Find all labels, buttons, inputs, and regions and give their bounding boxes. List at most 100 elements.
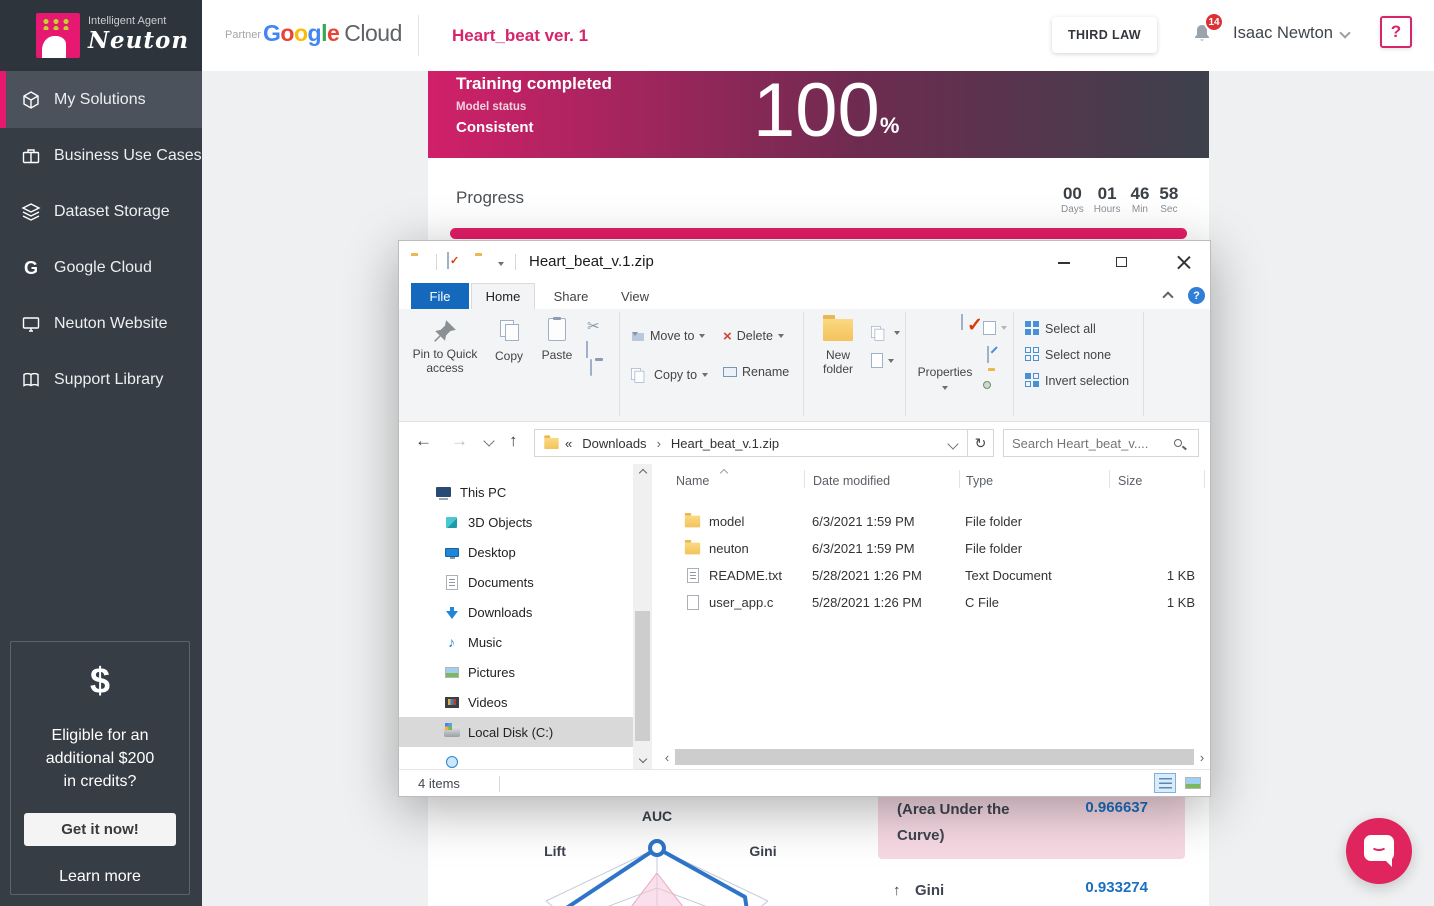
explorer-help-icon[interactable]: ?: [1188, 287, 1205, 304]
tree-item-local-disk-c[interactable]: Local Disk (C:): [399, 717, 633, 747]
column-separator[interactable]: [959, 470, 960, 488]
3d-objects-icon: [443, 517, 460, 528]
collapse-ribbon-icon[interactable]: [1162, 291, 1173, 302]
chat-widget-button[interactable]: [1346, 818, 1412, 884]
search-box[interactable]: [1003, 429, 1199, 457]
copy-path-icon[interactable]: [586, 341, 588, 358]
file-row-readme[interactable]: README.txt 5/28/2021 1:26 PM Text Docume…: [659, 562, 1204, 589]
local-disk-icon: [443, 727, 460, 737]
breadcrumb-current[interactable]: Heart_beat_v.1.zip: [671, 436, 779, 451]
gini-metric-label: Gini: [915, 878, 944, 904]
gini-metric-row[interactable]: ↑ Gini 0.933274: [878, 876, 1185, 906]
sidebar-item-label: Dataset Storage: [54, 203, 170, 221]
search-input[interactable]: [1012, 436, 1172, 451]
properties-button[interactable]: ✓ Properties: [915, 315, 975, 393]
new-folder-button[interactable]: Newfolder: [811, 319, 865, 376]
column-header-date[interactable]: Date modified: [813, 474, 890, 488]
up-icon[interactable]: ↑: [509, 431, 518, 451]
auc-metric-row[interactable]: (Area Under the Curve) 0.966637: [878, 791, 1185, 859]
third-law-button[interactable]: THIRD LAW: [1052, 17, 1157, 53]
file-row-user-app[interactable]: user_app.c 5/28/2021 1:26 PM C File 1 KB: [659, 589, 1204, 616]
column-separator[interactable]: [1109, 470, 1110, 488]
tree-item-downloads[interactable]: Downloads: [399, 597, 633, 627]
scroll-up-icon[interactable]: [633, 468, 652, 479]
sidebar-item-business-use-cases[interactable]: Business Use Cases: [0, 128, 202, 184]
horizontal-scrollbar-thumb[interactable]: [675, 749, 1194, 765]
tab-file[interactable]: File: [411, 283, 469, 309]
tree-item-desktop[interactable]: Desktop: [399, 537, 633, 567]
invert-selection-button[interactable]: Invert selection: [1025, 373, 1129, 388]
tree-item-this-pc[interactable]: This PC: [399, 477, 633, 507]
explorer-titlebar[interactable]: ✓ Heart_beat_v.1.zip: [399, 241, 1210, 283]
pin-to-quick-access-button[interactable]: Pin to Quick access: [407, 318, 483, 375]
sidebar-item-support-library[interactable]: Support Library: [0, 352, 202, 408]
large-icons-view-button[interactable]: [1182, 773, 1204, 793]
breadcrumb-downloads[interactable]: Downloads: [582, 436, 646, 451]
paste-shortcut-icon[interactable]: [590, 359, 592, 376]
copy-button[interactable]: Copy: [487, 320, 531, 363]
tree-item-music[interactable]: ♪ Music: [399, 627, 633, 657]
select-none-button[interactable]: Select none: [1025, 347, 1111, 362]
column-header-name[interactable]: Name: [676, 474, 709, 488]
tree-item-pictures[interactable]: Pictures: [399, 657, 633, 687]
tree-item-videos[interactable]: Videos: [399, 687, 633, 717]
help-button[interactable]: ?: [1380, 16, 1412, 48]
model-status-label: Model status: [456, 101, 526, 113]
copy-to-button[interactable]: Copy to: [631, 365, 708, 385]
file-row-model[interactable]: model 6/3/2021 1:59 PM File folder: [659, 508, 1204, 535]
horizontal-scrollbar[interactable]: ‹ ›: [659, 746, 1210, 768]
minimize-button[interactable]: [1058, 262, 1070, 264]
maximize-button[interactable]: [1116, 257, 1127, 267]
rename-button[interactable]: Rename: [723, 365, 789, 379]
easy-access-icon[interactable]: [871, 323, 900, 343]
tab-home[interactable]: Home: [471, 283, 535, 309]
file-list-pane: Name Date modified Type Size model 6/3/2…: [659, 464, 1210, 769]
scroll-right-icon[interactable]: ›: [1194, 750, 1210, 765]
recent-locations-chevron-icon[interactable]: [483, 435, 494, 446]
tree-item-network-cutoff[interactable]: [399, 747, 633, 769]
quick-access-properties-icon[interactable]: ✓: [447, 252, 449, 269]
scroll-down-icon[interactable]: [633, 754, 652, 765]
auc-metric-value: 0.966637: [1085, 799, 1148, 816]
address-bar[interactable]: « Downloads › Heart_beat_v.1.zip: [534, 429, 968, 457]
get-it-now-button[interactable]: Get it now!: [24, 813, 176, 846]
chevron-down-icon[interactable]: [1339, 27, 1350, 38]
forward-icon[interactable]: →: [451, 431, 468, 451]
promo-text: Eligible for an additional $200 in credi…: [11, 724, 189, 793]
crumb-collapse[interactable]: «: [565, 436, 572, 451]
open-with-icon[interactable]: [983, 321, 1007, 335]
progress-percent: 100%: [753, 73, 899, 149]
search-icon[interactable]: [1174, 439, 1182, 447]
column-separator[interactable]: [1204, 470, 1205, 488]
back-icon[interactable]: ←: [415, 431, 432, 451]
sidebar-item-dataset-storage[interactable]: Dataset Storage: [0, 184, 202, 240]
scroll-left-icon[interactable]: ‹: [659, 750, 675, 765]
user-name[interactable]: Isaac Newton: [1233, 24, 1333, 43]
paste-button[interactable]: Paste: [535, 318, 579, 362]
tab-share[interactable]: Share: [541, 283, 601, 309]
delete-button[interactable]: ‹ × Delete: [723, 329, 784, 343]
select-all-button[interactable]: Select all: [1025, 321, 1096, 336]
sidebar-item-my-solutions[interactable]: My Solutions: [0, 71, 202, 128]
quick-access-dropdown-icon[interactable]: [498, 262, 504, 266]
logo[interactable]: Intelligent Agent Neuton: [0, 0, 202, 71]
column-header-type[interactable]: Type: [966, 474, 993, 488]
tree-item-3d-objects[interactable]: 3D Objects: [399, 507, 633, 537]
column-separator[interactable]: [804, 470, 805, 488]
move-to-button[interactable]: Move to: [631, 329, 705, 343]
new-item-icon[interactable]: [871, 353, 894, 368]
column-header-size[interactable]: Size: [1118, 474, 1142, 488]
sidebar-item-neuton-website[interactable]: Neuton Website: [0, 296, 202, 352]
file-row-neuton[interactable]: neuton 6/3/2021 1:59 PM File folder: [659, 535, 1204, 562]
tree-scrollbar-thumb[interactable]: [635, 611, 650, 741]
learn-more-link[interactable]: Learn more: [11, 868, 189, 886]
tree-scrollbar[interactable]: [633, 464, 652, 769]
tab-view[interactable]: View: [607, 283, 663, 309]
address-dropdown-chevron-icon[interactable]: [947, 438, 958, 449]
edit-icon[interactable]: [987, 346, 989, 363]
tree-item-documents[interactable]: Documents: [399, 567, 633, 597]
refresh-button[interactable]: ↻: [967, 429, 994, 457]
sidebar-item-google-cloud[interactable]: G Google Cloud: [0, 240, 202, 296]
details-view-button[interactable]: [1154, 773, 1176, 793]
cut-icon[interactable]: ✂: [587, 317, 600, 335]
